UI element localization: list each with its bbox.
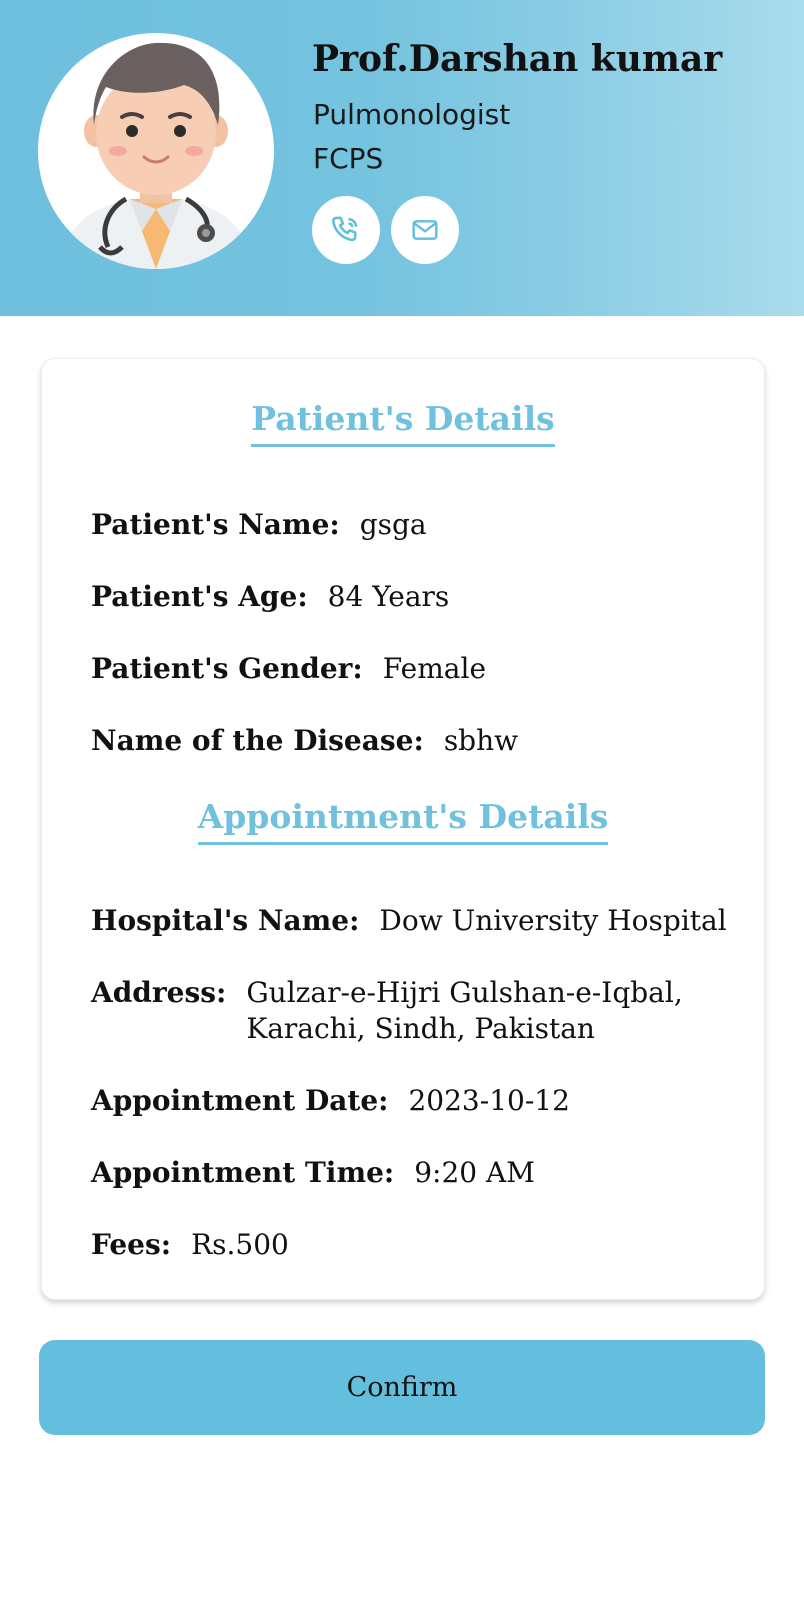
disease-label: Name of the Disease:: [91, 724, 424, 757]
hospital-row: Hospital's Name: Dow University Hospital: [91, 903, 727, 939]
appointment-date-row: Appointment Date: 2023-10-12: [91, 1083, 570, 1119]
patient-name-row: Patient's Name: gsga: [91, 507, 427, 543]
hospital-value: Dow University Hospital: [379, 904, 727, 937]
fees-value: Rs.500: [191, 1228, 289, 1261]
appointment-date-value: 2023-10-12: [408, 1084, 570, 1117]
patient-gender-label: Patient's Gender:: [91, 652, 363, 685]
patient-name-value: gsga: [359, 508, 427, 541]
disease-value: sbhw: [443, 724, 519, 757]
doctor-avatar: [38, 33, 274, 269]
patient-age-value: 84 Years: [327, 580, 450, 613]
address-value: Gulzar-e-Hijri Gulshan-e-Iqbal, Karachi,…: [246, 976, 683, 1045]
doctor-specialty: Pulmonologist: [313, 98, 511, 131]
doctor-illustration-icon: [58, 42, 254, 269]
details-card: Patient's Details Patient's Name: gsga P…: [41, 358, 765, 1300]
fees-label: Fees:: [91, 1228, 172, 1261]
patient-age-label: Patient's Age:: [91, 580, 308, 613]
fees-row: Fees: Rs.500: [91, 1227, 289, 1263]
mail-icon: [412, 220, 438, 240]
call-button[interactable]: [312, 196, 380, 264]
patient-details-title: Patient's Details: [42, 399, 764, 447]
mail-button[interactable]: [391, 196, 459, 264]
address-label: Address:: [91, 976, 227, 1009]
appointment-date-label: Appointment Date:: [91, 1084, 389, 1117]
patient-name-label: Patient's Name:: [91, 508, 340, 541]
confirm-button[interactable]: Confirm: [39, 1340, 765, 1435]
patient-gender-value: Female: [382, 652, 487, 685]
patient-gender-row: Patient's Gender: Female: [91, 651, 486, 687]
doctor-header: Prof.Darshan kumar Pulmonologist FCPS: [0, 0, 804, 316]
appointment-details-title: Appointment's Details: [42, 797, 764, 845]
appointment-time-row: Appointment Time: 9:20 AM: [91, 1155, 535, 1191]
doctor-name: Prof.Darshan kumar: [312, 38, 723, 80]
disease-row: Name of the Disease: sbhw: [91, 723, 518, 759]
appointment-time-value: 9:20 AM: [414, 1156, 535, 1189]
doctor-degree: FCPS: [313, 142, 384, 175]
appointment-time-label: Appointment Time:: [91, 1156, 395, 1189]
hospital-label: Hospital's Name:: [91, 904, 360, 937]
address-row: Address: Gulzar-e-Hijri Gulshan-e-Iqbal,…: [91, 975, 716, 1047]
phone-icon: [331, 216, 358, 242]
patient-age-row: Patient's Age: 84 Years: [91, 579, 449, 615]
